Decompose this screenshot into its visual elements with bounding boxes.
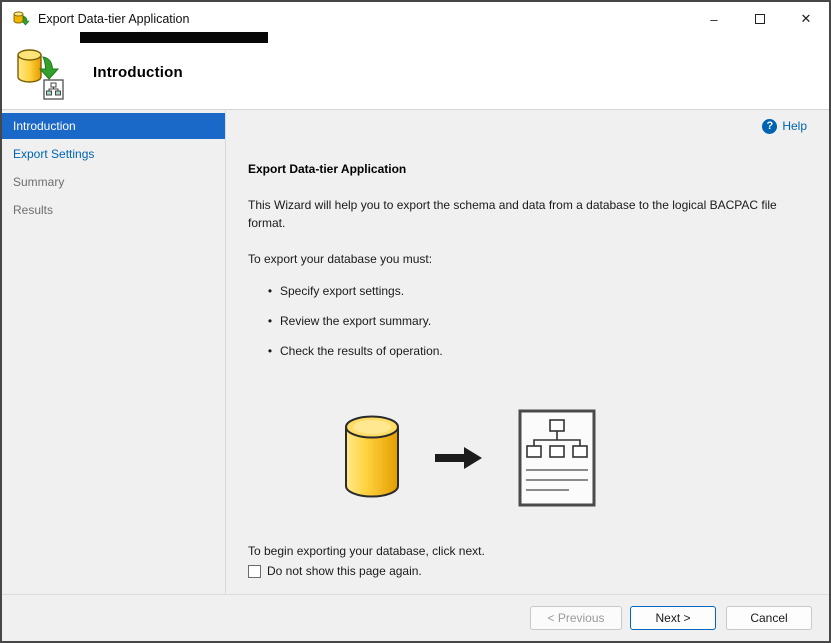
close-button[interactable]: ✕ (783, 2, 829, 36)
sidebar-item-introduction[interactable]: Introduction (2, 113, 225, 139)
help-link[interactable]: ? Help (762, 118, 807, 134)
titlebar: Export Data-tier Application – ✕ (2, 2, 829, 36)
database-cylinder-icon (345, 415, 399, 498)
help-row: ? Help (248, 118, 807, 134)
content-heading: Export Data-tier Application (248, 162, 407, 176)
export-illustration (343, 408, 807, 508)
dark-artifact-bar (80, 32, 268, 43)
window-controls: – ✕ (691, 2, 829, 36)
bullet-icon: • (267, 314, 273, 328)
content-pane: ? Help Export Data-tier Application This… (226, 110, 829, 594)
begin-text: To begin exporting your database, click … (248, 544, 485, 558)
intro-text: This Wizard will help you to export the … (248, 198, 777, 230)
window-title: Export Data-tier Application (38, 12, 190, 26)
export-dac-icon (15, 46, 67, 100)
sidebar-item-summary: Summary (13, 175, 65, 189)
bullet-icon: • (267, 344, 273, 358)
list-item: • Review the export summary. (248, 314, 807, 328)
dont-show-again-checkbox[interactable] (248, 564, 261, 578)
maximize-button[interactable] (737, 2, 783, 36)
minimize-button[interactable]: – (691, 2, 737, 36)
bacpac-document-icon (518, 409, 596, 507)
help-label: Help (782, 119, 807, 133)
page-title: Introduction (93, 64, 183, 81)
help-icon: ? (762, 118, 778, 134)
next-button[interactable]: Next > (630, 606, 716, 630)
maximize-icon (755, 14, 765, 24)
right-arrow-icon (435, 447, 482, 469)
dont-show-again-row[interactable]: Do not show this page again. (248, 564, 807, 578)
cancel-button[interactable]: Cancel (726, 606, 812, 630)
sidebar-item-export-settings[interactable]: Export Settings (2, 141, 225, 167)
list-item-text: Check the results of operation. (280, 344, 443, 358)
list-item-text: Review the export summary. (280, 314, 432, 328)
bullet-icon: • (267, 284, 273, 298)
wizard-body: Introduction Export Settings Summary Res… (2, 110, 829, 594)
step-sidebar: Introduction Export Settings Summary Res… (2, 110, 226, 594)
dont-show-again-label: Do not show this page again. (267, 564, 422, 578)
list-item-text: Specify export settings. (280, 284, 405, 298)
sidebar-item-results: Results (13, 203, 54, 217)
export-dac-wizard-window: Export Data-tier Application – ✕ Introdu… (0, 0, 831, 643)
button-bar: < Previous Next > Cancel (2, 594, 829, 641)
app-icon (12, 10, 30, 28)
wizard-header: Introduction (2, 36, 829, 110)
previous-button[interactable]: < Previous (530, 606, 622, 630)
requirements-label: To export your database you must: (248, 252, 433, 266)
list-item: • Check the results of operation. (248, 344, 807, 358)
requirements-list: • Specify export settings. • Review the … (248, 284, 807, 358)
list-item: • Specify export settings. (248, 284, 807, 298)
